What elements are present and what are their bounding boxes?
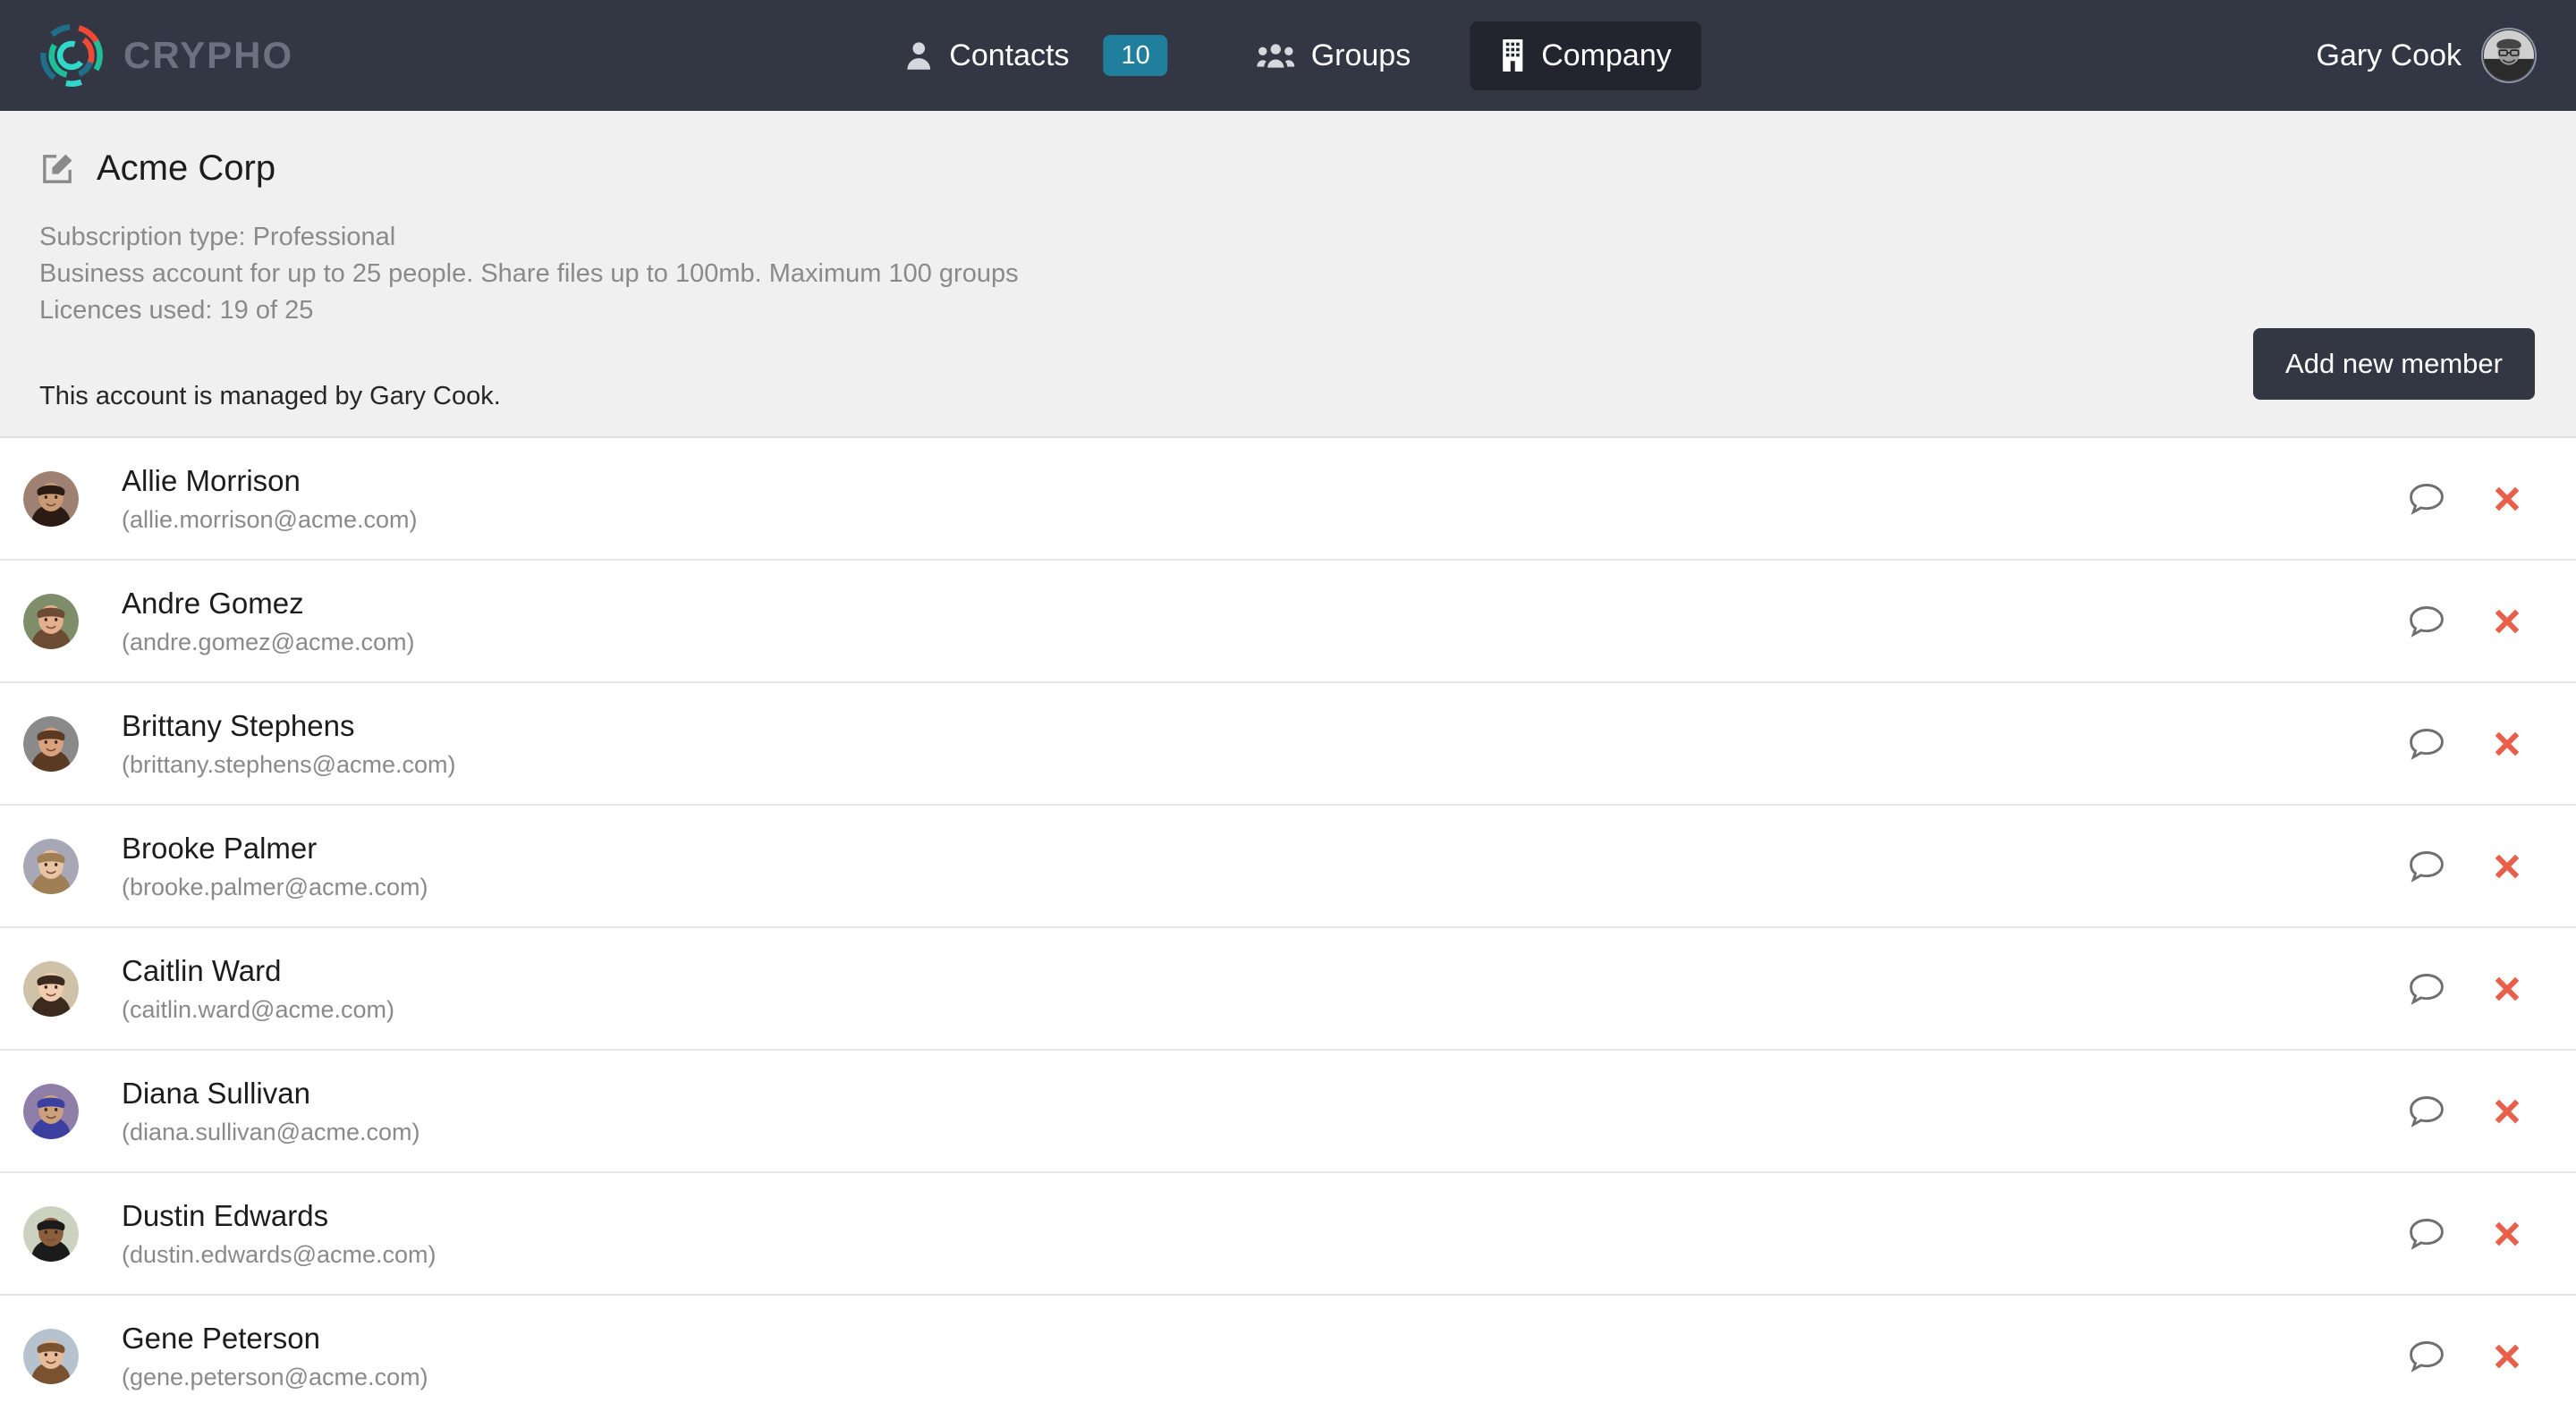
user-name: Gary Cook [2316, 38, 2462, 72]
member-email: (caitlin.ward@acme.com) [122, 995, 394, 1023]
contacts-count-badge: 10 [1103, 34, 1168, 77]
row-actions [2408, 603, 2576, 640]
table-row[interactable]: Brittany Stephens (brittany.stephens@acm… [0, 683, 2576, 806]
nav-item-groups-label: Groups [1310, 38, 1411, 72]
member-identity: Caitlin Ward (caitlin.ward@acme.com) [122, 953, 394, 1024]
row-actions [2408, 1093, 2576, 1130]
member-name: Andre Gomez [122, 587, 304, 620]
avatar [23, 1083, 79, 1139]
avatar [23, 960, 79, 1017]
chat-bubble-icon-button[interactable] [2408, 848, 2445, 885]
table-row[interactable]: Caitlin Ward (caitlin.ward@acme.com) [0, 928, 2576, 1051]
managed-by-text: This account is managed by Gary Cook. [39, 381, 501, 410]
nav-item-groups[interactable]: Groups [1227, 21, 1442, 90]
users-icon [1257, 42, 1295, 69]
chat-bubble-icon-button[interactable] [2408, 1215, 2445, 1253]
table-row[interactable]: Allie Morrison (allie.morrison@acme.com) [0, 438, 2576, 561]
table-row[interactable]: Dustin Edwards (dustin.edwards@acme.com) [0, 1173, 2576, 1296]
remove-member-button[interactable] [2492, 974, 2522, 1004]
avatar [23, 838, 79, 894]
chat-bubble-icon-button[interactable] [2408, 603, 2445, 640]
remove-member-button[interactable] [2492, 484, 2522, 514]
member-email: (brooke.palmer@acme.com) [122, 873, 428, 900]
company-member-list: Allie Morrison (allie.morrison@acme.com)… [0, 438, 2576, 1411]
remove-member-button[interactable] [2492, 1096, 2522, 1127]
brand-name: CRYPHO [123, 34, 294, 76]
avatar [23, 715, 79, 772]
member-name: Allie Morrison [122, 464, 301, 497]
licences-used: Licences used: 19 of 25 [39, 296, 314, 325]
row-actions [2408, 1338, 2576, 1375]
member-email: (gene.peterson@acme.com) [122, 1363, 428, 1390]
avatar [23, 470, 79, 527]
member-identity: Brooke Palmer (brooke.palmer@acme.com) [122, 831, 428, 901]
remove-member-button[interactable] [2492, 606, 2522, 637]
member-identity: Brittany Stephens (brittany.stephens@acm… [122, 708, 456, 779]
member-identity: Gene Peterson (gene.peterson@acme.com) [122, 1321, 428, 1391]
member-identity: Allie Morrison (allie.morrison@acme.com) [122, 463, 417, 534]
chat-bubble-icon-button[interactable] [2408, 725, 2445, 763]
nav-item-company-label: Company [1541, 38, 1672, 72]
add-new-member-button[interactable]: Add new member [2253, 328, 2535, 400]
member-name: Dustin Edwards [122, 1199, 329, 1232]
table-row[interactable]: Brooke Palmer (brooke.palmer@acme.com) [0, 806, 2576, 928]
member-email: (allie.morrison@acme.com) [122, 505, 418, 533]
member-email: (diana.sullivan@acme.com) [122, 1118, 420, 1145]
member-identity: Diana Sullivan (diana.sullivan@acme.com) [122, 1076, 420, 1146]
page-title: Acme Corp [97, 148, 276, 188]
member-name: Brittany Stephens [122, 709, 355, 742]
chat-bubble-icon-button[interactable] [2408, 970, 2445, 1008]
member-name: Brooke Palmer [122, 832, 318, 865]
member-name: Gene Peterson [122, 1322, 320, 1355]
table-row[interactable]: Diana Sullivan (diana.sullivan@acme.com) [0, 1051, 2576, 1173]
row-actions [2408, 725, 2576, 763]
member-identity: Dustin Edwards (dustin.edwards@acme.com) [122, 1198, 436, 1269]
table-row[interactable]: Andre Gomez (andre.gomez@acme.com) [0, 561, 2576, 683]
nav-item-contacts[interactable]: Contacts 10 [874, 18, 1198, 93]
member-email: (andre.gomez@acme.com) [122, 628, 415, 655]
top-navigation-bar: CRYPHO Contacts 10 Groups Company Gary C… [0, 0, 2576, 111]
member-name: Diana Sullivan [122, 1077, 310, 1110]
nav-item-contacts-label: Contacts [949, 38, 1070, 72]
member-email: (dustin.edwards@acme.com) [122, 1240, 436, 1268]
building-icon [1500, 39, 1525, 72]
avatar [23, 1328, 79, 1384]
brand[interactable]: CRYPHO [39, 23, 293, 88]
avatar [23, 1205, 79, 1262]
remove-member-button[interactable] [2492, 1341, 2522, 1372]
avatar [23, 593, 79, 649]
remove-member-button[interactable] [2492, 851, 2522, 882]
row-actions [2408, 480, 2576, 518]
subscription-type: Subscription type: Professional [39, 223, 396, 251]
company-title-row: Acme Corp [39, 148, 2537, 189]
company-info-panel: Acme Corp Subscription type: Professiona… [0, 111, 2576, 438]
table-row[interactable]: Gene Peterson (gene.peterson@acme.com) [0, 1296, 2576, 1411]
crypho-ring-logo-icon [39, 23, 104, 88]
chat-bubble-icon-button[interactable] [2408, 1338, 2445, 1375]
remove-member-button[interactable] [2492, 1219, 2522, 1249]
user-icon [904, 40, 933, 71]
member-name: Caitlin Ward [122, 954, 282, 987]
member-email: (brittany.stephens@acme.com) [122, 750, 456, 778]
nav-item-company[interactable]: Company [1470, 21, 1702, 90]
member-identity: Andre Gomez (andre.gomez@acme.com) [122, 586, 415, 656]
row-actions [2408, 970, 2576, 1008]
chat-bubble-icon-button[interactable] [2408, 1093, 2445, 1130]
row-actions [2408, 848, 2576, 885]
user-menu[interactable]: Gary Cook [2316, 28, 2537, 83]
row-actions [2408, 1215, 2576, 1253]
account-description: Business account for up to 25 people. Sh… [39, 259, 1019, 289]
main-nav: Contacts 10 Groups Company [874, 18, 1702, 93]
remove-member-button[interactable] [2492, 729, 2522, 759]
chat-bubble-icon-button[interactable] [2408, 480, 2445, 518]
edit-pencil-icon[interactable] [39, 151, 75, 187]
avatar[interactable] [2481, 28, 2537, 83]
